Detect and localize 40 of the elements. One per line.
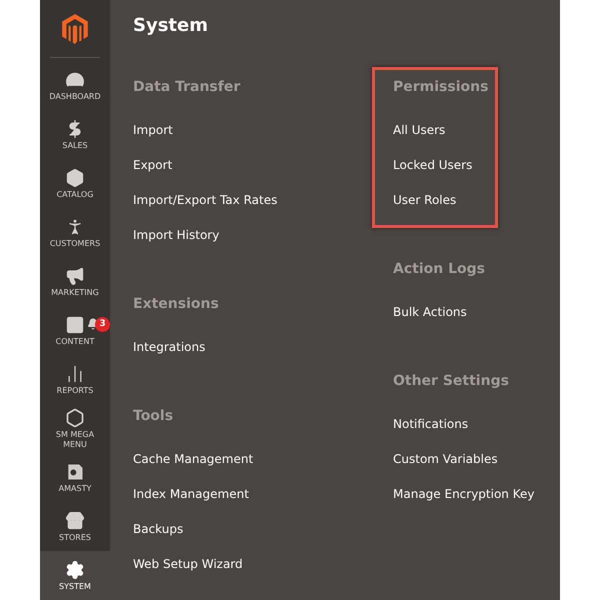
menu-link[interactable]: Bulk Actions bbox=[393, 302, 467, 320]
section-heading: Extensions bbox=[133, 295, 219, 314]
menu-link[interactable]: Import bbox=[133, 120, 173, 138]
menu-link[interactable]: Notifications bbox=[393, 414, 468, 432]
menu-link[interactable]: Locked Users bbox=[393, 156, 472, 174]
menu-link[interactable]: Custom Variables bbox=[393, 450, 498, 468]
section-heading: Data Transfer bbox=[133, 78, 240, 97]
menu-link[interactable]: All Users bbox=[393, 120, 446, 138]
nav-item[interactable]: CUSTOMERS bbox=[40, 208, 110, 258]
nav-item[interactable]: CATALOG bbox=[40, 160, 110, 209]
nav-item[interactable]: DASHBOARD bbox=[40, 62, 110, 111]
settings-icon bbox=[65, 560, 85, 580]
store-icon bbox=[65, 510, 85, 531]
section-heading: Permissions bbox=[393, 78, 488, 97]
section-heading: Action Logs bbox=[393, 260, 485, 279]
megaphone-icon bbox=[65, 266, 85, 286]
menu-link[interactable]: Import/Export Tax Rates bbox=[133, 190, 278, 208]
section-heading: Other Settings bbox=[393, 372, 509, 391]
nav-item[interactable]: STORES bbox=[40, 502, 110, 552]
menu-link[interactable]: Manage Encryption Key bbox=[393, 484, 534, 502]
nav-item[interactable]: AMASTY bbox=[40, 453, 110, 502]
menu-link[interactable]: Integrations bbox=[133, 338, 206, 356]
menu-link[interactable]: Index Management bbox=[133, 484, 249, 502]
section-heading: Tools bbox=[133, 407, 174, 426]
nav-item[interactable]: REPORTS bbox=[40, 355, 110, 404]
menu-link[interactable]: Web Setup Wizard bbox=[133, 554, 243, 572]
logo-icon[interactable] bbox=[62, 14, 88, 44]
nav-item[interactable]: SALES bbox=[40, 110, 110, 160]
menu-link[interactable]: Export bbox=[133, 156, 172, 174]
nav-item[interactable]: CONTENT 3 bbox=[40, 306, 110, 356]
menu-link[interactable]: Import History bbox=[133, 226, 220, 244]
menu-link[interactable]: User Roles bbox=[393, 190, 456, 208]
nav-item[interactable]: MARKETING bbox=[40, 258, 110, 307]
hexagon-icon bbox=[65, 408, 85, 428]
nav-item[interactable]: SM MEGA MENU bbox=[40, 404, 110, 454]
nav-item[interactable]: SYSTEM bbox=[40, 551, 110, 600]
menu-link[interactable]: Backups bbox=[133, 520, 184, 538]
menu-link[interactable]: Cache Management bbox=[133, 450, 254, 468]
page-title: System bbox=[133, 14, 208, 38]
notification-badge: 3 bbox=[95, 316, 110, 332]
